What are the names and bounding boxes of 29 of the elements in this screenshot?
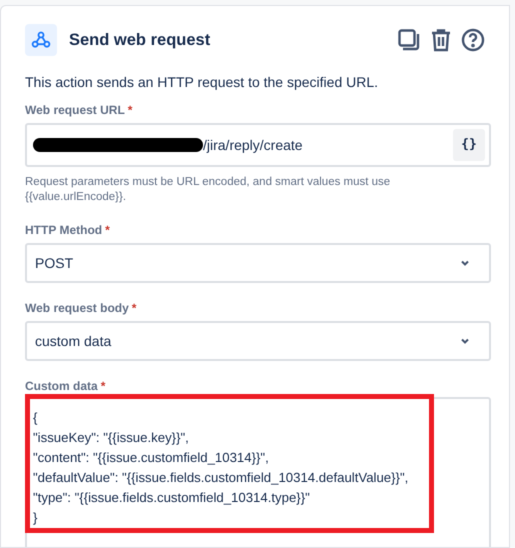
required-asterisk: * [100, 378, 106, 395]
code-line: "defaultValue": "{{issue.fields.customfield_10314.defaultValue}}", [33, 469, 408, 487]
url-field[interactable]: /jira/reply/create {} [25, 123, 491, 167]
dialog-title: Send web request [69, 30, 212, 51]
code-line: { [33, 409, 38, 427]
webhook-icon [25, 24, 57, 56]
field-label: Web request body [25, 300, 129, 317]
required-asterisk: * [128, 102, 132, 119]
help-text: Request parameters must be URL encoded, and smart values must use {{value.urlEncode}}. [25, 175, 392, 205]
description-text: This action sends an HTTP request to the specified URL. [25, 73, 380, 92]
select-field[interactable]: custom data [25, 321, 491, 361]
select-field[interactable]: POST [25, 243, 491, 283]
smart-value-button[interactable]: {} [453, 129, 485, 161]
code-line: "type": "{{issue.fields.customfield_10314.type}}" [33, 489, 310, 507]
field-label: Custom data [25, 378, 98, 395]
select-value: custom data [35, 332, 112, 350]
field-label: Web request URL [25, 102, 125, 119]
required-asterisk: * [132, 300, 136, 317]
code-line: } [33, 509, 38, 527]
help-icon[interactable] [461, 28, 485, 52]
code-line: "content": "{{issue.customfield_10314}}", [33, 449, 269, 467]
select-value: POST [35, 254, 74, 272]
field-label: HTTP Method [25, 222, 102, 239]
text-area[interactable]: { "issueKey": "{{issue.key}}", "content": "{{issue.customfield_10314}}", "defaultValue": "{{issue.fields.customfield_10314.defaultValue}}", "type": "{{issue.fields.customfield_10314.type}}" } [25, 397, 491, 547]
code-line: "issueKey": "{{issue.key}}", [33, 429, 189, 447]
url-value: /jira/reply/create [203, 136, 304, 155]
required-asterisk: * [105, 222, 110, 239]
copy-icon[interactable] [397, 28, 421, 52]
trash-icon[interactable] [429, 28, 453, 52]
